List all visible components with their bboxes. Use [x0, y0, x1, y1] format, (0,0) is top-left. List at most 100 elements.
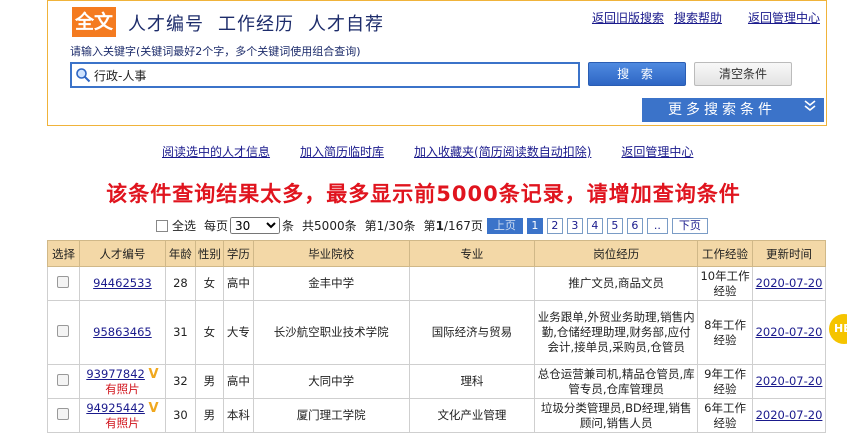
col-school: 毕业院校 [252, 240, 410, 267]
col-job-history: 岗位经历 [534, 240, 699, 267]
experience-cell: 8年工作经验 [697, 300, 753, 365]
search-box [70, 62, 580, 88]
age-cell: 31 [164, 300, 196, 365]
search-mode-tabs: 人才编号 工作经历 人才自荐 [128, 10, 384, 36]
has-photo-label: 有照片 [105, 381, 140, 396]
table-header-row: 选择 人才编号 年龄 性别 学历 毕业院校 专业 岗位经历 工作经验 更新时间 [47, 240, 826, 267]
per-page-unit: 条 [282, 219, 295, 233]
school-cell: 厦门理工学院 [252, 398, 410, 433]
experience-cell: 6年工作经验 [697, 398, 753, 433]
table-row: 94925442 V 有照片 30 男 本科 厦门理工学院 文化产业管理 垃圾分… [47, 398, 826, 433]
row-checkbox[interactable] [57, 373, 70, 386]
talent-id-link[interactable]: 95863465 [93, 325, 152, 339]
back-to-admin-link[interactable]: 返回管理中心 [748, 9, 820, 26]
verified-v-icon: V [148, 400, 159, 416]
age-cell: 28 [164, 266, 196, 301]
old-search-link[interactable]: 返回旧版搜索 [592, 9, 664, 26]
per-page-label: 每页 [204, 219, 229, 233]
gender-cell: 女 [194, 300, 224, 365]
major-cell: 文化产业管理 [408, 398, 536, 433]
read-selected-link[interactable]: 阅读选中的人才信息 [162, 143, 270, 160]
tab-work-experience[interactable]: 工作经历 [218, 10, 294, 36]
talent-id-link[interactable]: 94462533 [93, 276, 152, 290]
select-all-label: 全选 [172, 219, 197, 233]
page-button-5[interactable]: 5 [606, 217, 623, 234]
double-chevron-down-icon [804, 98, 816, 122]
education-cell: 高中 [222, 266, 254, 301]
row-checkbox[interactable] [57, 275, 70, 288]
col-age: 年龄 [164, 240, 196, 267]
fulltext-mode-badge[interactable]: 全文 [72, 7, 116, 37]
select-all-checkbox[interactable] [156, 219, 168, 232]
page-button-6[interactable]: 6 [626, 217, 643, 234]
action-links: 阅读选中的人才信息 加入简历临时库 加入收藏夹(简历阅读数自动扣除) 返回管理中… [162, 143, 693, 160]
clear-conditions-button[interactable]: 清空条件 [694, 62, 792, 86]
row-checkbox[interactable] [57, 407, 70, 420]
job-history-cell: 垃圾分类管理员,BD经理,销售顾问,销售人员 [534, 398, 699, 433]
verified-v-icon: V [148, 366, 159, 382]
education-cell: 大专 [222, 300, 254, 365]
top-links: 返回旧版搜索 搜索帮助 返回管理中心 [592, 9, 820, 26]
job-history-cell: 总仓运营兼司机,精品仓管员,库管专员,仓库管理员 [534, 364, 699, 399]
search-help-link[interactable]: 搜索帮助 [674, 9, 722, 26]
search-input[interactable] [94, 65, 564, 85]
page-ellipsis-button[interactable]: .. [646, 217, 668, 234]
row-checkbox[interactable] [57, 324, 70, 337]
search-button[interactable]: 搜 索 [588, 62, 686, 86]
updated-date-link[interactable]: 2020-07-20 [756, 325, 823, 339]
experience-cell: 9年工作经验 [697, 364, 753, 399]
page-button-3[interactable]: 3 [566, 217, 583, 234]
prev-page-button[interactable]: 上页 [486, 217, 523, 234]
education-cell: 本科 [222, 398, 254, 433]
school-cell: 金丰中学 [252, 266, 410, 301]
per-page-select[interactable]: 30 [230, 217, 281, 234]
page-indicator: 第1/167页 [423, 219, 483, 233]
table-row: 93977842 V 有照片 32 男 高中 大同中学 理科 总仓运营兼司机,精… [47, 364, 826, 399]
pager: 全选 每页 30 条 共5000条 第1/30条 第1/167页 上页 1 2 … [156, 217, 708, 234]
total-count: 共5000条 [302, 219, 357, 233]
table-row: 95863465 31 女 大专 长沙航空职业技术学院 国际经济与贸易 业务跟单… [47, 300, 826, 365]
add-to-temp-library-link[interactable]: 加入简历临时库 [300, 143, 384, 160]
back-to-admin-center-link[interactable]: 返回管理中心 [621, 143, 693, 160]
page-button-1[interactable]: 1 [526, 217, 543, 234]
gender-cell: 男 [194, 398, 224, 433]
tab-self-recommend[interactable]: 人才自荐 [308, 10, 384, 36]
col-major: 专业 [408, 240, 536, 267]
page-button-2[interactable]: 2 [546, 217, 563, 234]
search-hint: 请输入关键字(关键词最好2个字，多个关键词使用组合查询) [70, 45, 361, 58]
search-panel: 全文 人才编号 工作经历 人才自荐 返回旧版搜索 搜索帮助 返回管理中心 请输入… [47, 0, 827, 126]
too-many-results-warning: 该条件查询结果太多，最多显示前5000条记录，请增加查询条件 [106, 182, 741, 206]
more-conditions-button[interactable]: 更多搜索条件 [642, 98, 824, 122]
add-to-favorites-link[interactable]: 加入收藏夹(简历阅读数自动扣除) [414, 143, 591, 160]
updated-date-link[interactable]: 2020-07-20 [756, 276, 823, 290]
age-cell: 30 [164, 398, 196, 433]
record-range: 第1/30条 [364, 219, 416, 233]
col-education: 学历 [222, 240, 254, 267]
col-updated: 更新时间 [752, 240, 826, 267]
major-cell [408, 266, 536, 301]
experience-cell: 10年工作经验 [697, 266, 753, 301]
job-history-cell: 业务跟单,外贸业务助理,销售内勤,仓储经理助理,财务部,应付会计,接单员,采购员… [534, 300, 699, 365]
age-cell: 32 [164, 364, 196, 399]
next-page-button[interactable]: 下页 [671, 217, 708, 234]
school-cell: 长沙航空职业技术学院 [252, 300, 410, 365]
magnifier-icon [72, 64, 94, 86]
tab-talent-id[interactable]: 人才编号 [128, 10, 204, 36]
table-row: 94462533 28 女 高中 金丰中学 推广文员,商品文员 10年工作经验 … [47, 266, 826, 301]
help-float-button[interactable]: HE [829, 314, 847, 344]
job-history-cell: 推广文员,商品文员 [534, 266, 699, 301]
major-cell: 国际经济与贸易 [408, 300, 536, 365]
major-cell: 理科 [408, 364, 536, 399]
more-conditions-label: 更多搜索条件 [668, 102, 776, 118]
talent-id-link[interactable]: 93977842 [86, 367, 145, 381]
school-cell: 大同中学 [252, 364, 410, 399]
updated-date-link[interactable]: 2020-07-20 [756, 408, 823, 422]
updated-date-link[interactable]: 2020-07-20 [756, 374, 823, 388]
page-button-4[interactable]: 4 [586, 217, 603, 234]
col-select: 选择 [47, 240, 80, 267]
has-photo-label: 有照片 [105, 415, 140, 430]
talent-id-link[interactable]: 94925442 [86, 401, 145, 415]
col-gender: 性别 [194, 240, 224, 267]
col-talent-id: 人才编号 [78, 240, 166, 267]
gender-cell: 男 [194, 364, 224, 399]
